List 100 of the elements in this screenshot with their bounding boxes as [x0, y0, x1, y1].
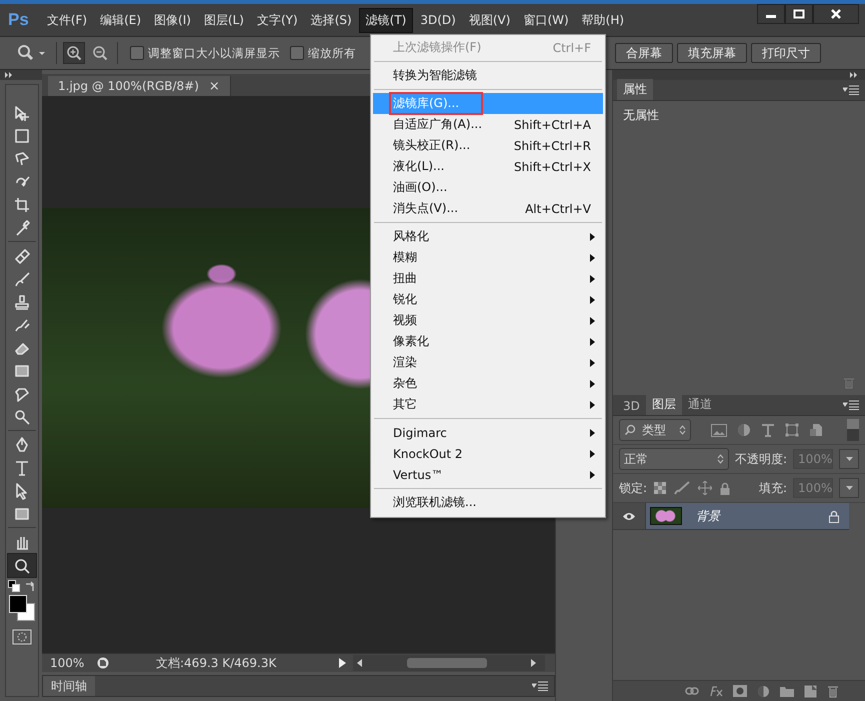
maximize-button[interactable]: [785, 4, 813, 24]
menu-item[interactable]: 滤镜(T): [358, 8, 414, 32]
menu-item[interactable]: 杂色: [373, 373, 603, 394]
menu-item[interactable]: 3D(D): [414, 10, 462, 30]
menu-item[interactable]: 锐化: [373, 289, 603, 310]
checkbox[interactable]: [290, 46, 304, 60]
layer-name: 背景: [696, 508, 720, 524]
menu-item[interactable]: 消失点(V)... Alt+Ctrl+V: [373, 198, 603, 219]
default-colors-icon[interactable]: [8, 580, 20, 592]
export-icon[interactable]: [96, 656, 110, 670]
checkbox-label: 调整窗口大小以满屏显示: [148, 46, 280, 60]
menu-item[interactable]: 转换为智能滤镜: [373, 65, 603, 86]
new-layer-icon[interactable]: [804, 684, 818, 698]
layer-thumbnail: [650, 507, 682, 525]
image-filter-icon[interactable]: [711, 424, 727, 436]
brush-icon[interactable]: [674, 481, 690, 495]
menu-item[interactable]: 视频: [373, 310, 603, 331]
panel-tab[interactable]: 3D: [617, 397, 646, 415]
menu-item[interactable]: KnockOut 2: [373, 443, 603, 464]
zoom-tool-icon[interactable]: [7, 553, 37, 578]
menu-item[interactable]: 镜头校正(R)... Shift+Ctrl+R: [373, 135, 603, 156]
menu-item[interactable]: 扭曲: [373, 268, 603, 289]
panel-tab[interactable]: 通道: [682, 394, 718, 415]
stepper-icon: [679, 425, 686, 435]
menu-item[interactable]: 文件(F): [40, 8, 94, 32]
menu-item[interactable]: 帮助(H): [576, 8, 630, 32]
menu-item[interactable]: 像素化: [373, 331, 603, 352]
scroll-right-icon[interactable]: [531, 659, 537, 667]
dropdown-button[interactable]: [839, 478, 860, 498]
document-tab[interactable]: 1.jpg @ 100%(RGB/8#) ×: [48, 76, 231, 96]
menu-item[interactable]: 自适应广角(A)... Shift+Ctrl+A: [373, 114, 603, 135]
option-button[interactable]: 合屏幕: [615, 43, 673, 63]
menu-item[interactable]: 液化(L)... Shift+Ctrl+X: [373, 156, 603, 177]
menu-item[interactable]: 文字(Y): [250, 8, 304, 32]
menu-item[interactable]: 其它: [373, 394, 603, 415]
option-button[interactable]: 打印尺寸: [751, 43, 821, 63]
mask-icon[interactable]: [733, 685, 748, 697]
swap-colors-icon[interactable]: [24, 580, 36, 592]
close-icon: [830, 9, 842, 19]
move-icon[interactable]: [698, 481, 712, 495]
layer-row[interactable]: 背景: [613, 503, 850, 530]
lock-label: 锁定:: [619, 480, 648, 496]
horizontal-scrollbar[interactable]: [353, 655, 545, 671]
option-button[interactable]: 填充屏幕: [677, 43, 747, 63]
menu-item[interactable]: Vertus™: [373, 464, 603, 485]
type-filter-icon[interactable]: [761, 423, 775, 437]
stepper-icon: [717, 454, 724, 464]
menu-item[interactable]: 渲染: [373, 352, 603, 373]
adjustment-layer-icon[interactable]: [757, 684, 770, 698]
menu-item[interactable]: 编辑(E): [94, 8, 148, 32]
lock-pixels-icon[interactable]: [654, 482, 666, 494]
menu-item[interactable]: 模糊: [373, 247, 603, 268]
menu-item[interactable]: Digimarc: [373, 422, 603, 443]
layer-effects-icon[interactable]: [709, 685, 724, 697]
properties-tab[interactable]: 属性: [617, 79, 653, 100]
color-swatches[interactable]: [9, 595, 35, 621]
timeline-tab[interactable]: 时间轴: [43, 676, 95, 696]
menu-item[interactable]: 图像(I): [148, 8, 197, 32]
app-logo: Ps: [8, 10, 29, 30]
link-icon[interactable]: [685, 686, 700, 696]
close-button[interactable]: [813, 4, 859, 24]
zoom-level[interactable]: 100%: [50, 656, 90, 670]
layer-filter-dropdown[interactable]: 类型: [619, 419, 691, 441]
close-tab-button[interactable]: ×: [208, 78, 220, 94]
menu-item[interactable]: 视图(V): [462, 8, 516, 32]
checkbox[interactable]: [130, 46, 144, 60]
menu-item[interactable]: 浏览联机滤镜...: [373, 492, 603, 513]
magnifier-icon: [66, 45, 82, 61]
zoom-in-button[interactable]: [63, 42, 85, 64]
menu-item[interactable]: 图层(L): [198, 8, 250, 32]
menu-item[interactable]: 风格化: [373, 226, 603, 247]
quick-mask-icon[interactable]: [12, 629, 32, 645]
smart-object-filter-icon[interactable]: [809, 423, 823, 437]
panel-menu-icon[interactable]: [843, 400, 860, 410]
checkbox-label: 缩放所有: [308, 46, 356, 60]
magnifier-icon: [92, 45, 108, 61]
trash-icon[interactable]: [827, 684, 840, 698]
panel-tab[interactable]: 图层: [646, 394, 682, 415]
expand-arrow-icon[interactable]: [337, 657, 347, 669]
panel-menu-icon[interactable]: [843, 85, 860, 95]
document-size: 文档:469.3 K/469.3K: [156, 654, 278, 672]
shape-filter-icon[interactable]: [785, 423, 799, 437]
properties-message: 无属性: [623, 107, 660, 124]
panel-menu-icon[interactable]: [532, 681, 548, 691]
minimize-button[interactable]: [757, 4, 785, 24]
opacity-label: 不透明度:: [735, 450, 788, 468]
eye-icon[interactable]: [622, 512, 636, 520]
maximize-icon: [793, 9, 805, 19]
scroll-left-icon[interactable]: [357, 659, 363, 667]
panel-collapse-icon[interactable]: [0, 70, 42, 80]
lock-icon[interactable]: [720, 482, 730, 494]
menu-item[interactable]: 选择(S): [304, 8, 358, 32]
folder-icon[interactable]: [780, 685, 794, 697]
filter-toggle[interactable]: [847, 419, 860, 441]
blend-mode-dropdown[interactable]: 正常: [619, 448, 729, 470]
menu-item[interactable]: 窗口(W): [517, 8, 575, 32]
dropdown-button[interactable]: [839, 449, 860, 469]
document-title: 1.jpg @ 100%(RGB/8#): [58, 79, 199, 93]
adjustment-filter-icon[interactable]: [737, 423, 751, 437]
menu-item[interactable]: 油画(O)...: [373, 177, 603, 198]
